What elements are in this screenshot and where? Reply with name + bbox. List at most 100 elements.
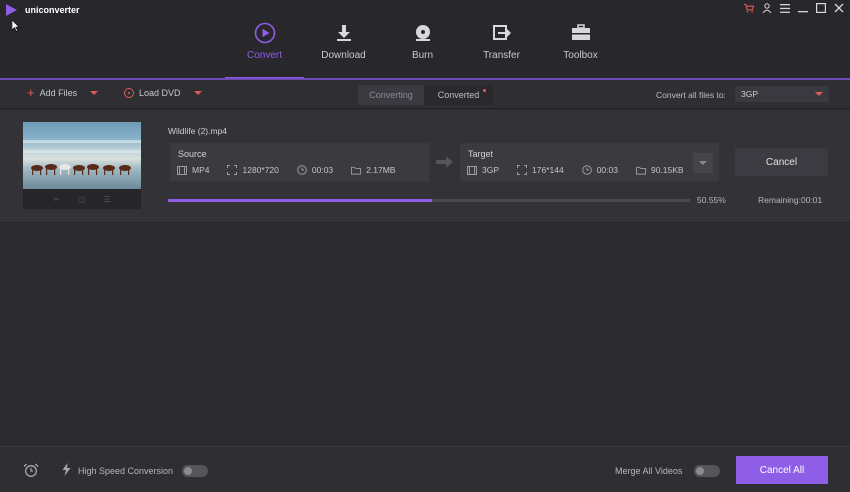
- wave-line: [23, 140, 141, 143]
- close-icon[interactable]: [834, 3, 844, 13]
- disc-icon: [412, 22, 434, 44]
- nav-convert[interactable]: Convert: [225, 0, 304, 79]
- convert-all-label: Convert all files to:: [656, 90, 726, 100]
- source-format-value: MP4: [192, 165, 210, 175]
- nav-toolbox-label: Toolbox: [563, 50, 598, 61]
- merge-all-videos-label: Merge All Videos: [615, 466, 683, 476]
- chevron-down-icon: [815, 92, 823, 96]
- file-row: ✂ ◫ ☰ Wildlife (2).mp4 Source MP4 1280*7…: [0, 110, 850, 223]
- dvd-icon: [124, 88, 134, 98]
- mouse-cursor-icon: [12, 20, 20, 32]
- folder-icon: [635, 166, 646, 175]
- transfer-icon: [491, 22, 513, 44]
- alarm-clock-icon[interactable]: [23, 463, 39, 477]
- lightning-icon: [62, 463, 71, 476]
- toolbar: + Add Files Load DVD Converting Converte…: [0, 80, 850, 109]
- cart-icon[interactable]: [744, 3, 754, 13]
- top-bar: uniconverter Convert Download Burn Trans…: [0, 0, 850, 79]
- film-icon: [177, 165, 187, 175]
- thumbnail-controls: ✂ ◫ ☰: [23, 189, 141, 204]
- progress-percent: 50.55%: [697, 195, 726, 205]
- window-controls: [744, 3, 844, 13]
- tab-converting[interactable]: Converting: [358, 85, 424, 105]
- resolution-icon: [517, 165, 528, 175]
- target-title: Target: [468, 149, 494, 159]
- nav-transfer[interactable]: Transfer: [462, 0, 541, 79]
- nav-burn[interactable]: Burn: [383, 0, 462, 79]
- source-duration-value: 00:03: [311, 165, 334, 175]
- file-name: Wildlife (2).mp4: [168, 126, 228, 136]
- minimize-icon[interactable]: [798, 3, 808, 13]
- app-logo-icon: [6, 4, 17, 16]
- nav-convert-label: Convert: [246, 50, 282, 61]
- nav-download-label: Download: [321, 50, 366, 61]
- chevron-down-icon[interactable]: [193, 91, 202, 95]
- plus-icon: +: [27, 85, 35, 100]
- source-duration: 00:03: [297, 165, 333, 175]
- wave-line: [23, 150, 141, 153]
- remaining-time: Remaining:00:01: [758, 195, 823, 205]
- target-format-value: 3GP: [482, 165, 500, 175]
- progress-fill: [168, 199, 432, 202]
- toolbox-icon: [570, 22, 592, 44]
- thumbnail-image: [23, 122, 141, 189]
- target-format-dropdown[interactable]: [693, 153, 713, 173]
- source-size: 2.17MB: [351, 165, 395, 175]
- source-resolution: 1280*720: [227, 165, 279, 175]
- video-thumbnail[interactable]: ✂ ◫ ☰: [23, 122, 141, 209]
- add-files-button[interactable]: + Add Files: [27, 85, 99, 100]
- target-format: 3GP: [467, 165, 499, 175]
- target-meta: 3GP 176*144 00:03 90.15KB: [467, 165, 702, 175]
- file-list-empty-area: [0, 224, 850, 446]
- chevron-down-icon: [699, 161, 707, 165]
- play-circle-icon: [254, 22, 276, 44]
- crop-icon[interactable]: ✂: [53, 195, 60, 204]
- target-duration: 00:03: [581, 165, 618, 175]
- source-title: Source: [178, 149, 207, 159]
- convert-all-format-value: 3GP: [741, 89, 759, 99]
- tab-converted-label: Converted: [437, 90, 480, 100]
- source-size-value: 2.17MB: [366, 165, 396, 175]
- nav-download[interactable]: Download: [304, 0, 383, 79]
- nav-burn-label: Burn: [411, 50, 434, 61]
- target-resolution: 176*144: [517, 165, 564, 175]
- convert-all-format-select[interactable]: 3GP: [735, 86, 829, 102]
- source-meta: MP4 1280*720 00:03 2.17MB: [177, 165, 413, 175]
- cancel-button[interactable]: Cancel: [735, 148, 828, 176]
- source-resolution-value: 1280*720: [242, 165, 279, 175]
- tab-converted[interactable]: Converted: [424, 85, 493, 105]
- maximize-icon[interactable]: [816, 3, 826, 13]
- notification-dot: [483, 89, 486, 92]
- add-files-label: Add Files: [39, 88, 78, 98]
- film-icon: [467, 165, 477, 175]
- menu-icon[interactable]: [780, 3, 790, 13]
- effects-icon[interactable]: ☰: [104, 195, 111, 204]
- trim-icon[interactable]: ◫: [78, 195, 86, 204]
- arrow-right-icon: [436, 156, 453, 168]
- merge-all-videos-toggle[interactable]: [694, 465, 720, 477]
- resolution-icon: [227, 165, 238, 175]
- load-dvd-label: Load DVD: [139, 88, 181, 98]
- nav-transfer-label: Transfer: [483, 50, 520, 61]
- nav-toolbox[interactable]: Toolbox: [541, 0, 620, 79]
- footer: High Speed Conversion Merge All Videos C…: [0, 446, 850, 492]
- source-panel: Source MP4 1280*720 00:03 2.17MB: [170, 143, 429, 181]
- load-dvd-button[interactable]: Load DVD: [124, 88, 202, 98]
- target-size: 90.15KB: [635, 165, 684, 175]
- chevron-down-icon[interactable]: [90, 91, 99, 95]
- user-icon[interactable]: [762, 3, 772, 13]
- cancel-all-button[interactable]: Cancel All: [736, 456, 828, 484]
- high-speed-conversion-toggle[interactable]: [182, 465, 208, 477]
- download-icon: [333, 22, 355, 44]
- folder-icon: [351, 166, 362, 175]
- target-duration-value: 00:03: [596, 165, 618, 175]
- high-speed-conversion-label: High Speed Conversion: [78, 466, 174, 476]
- clock-icon: [581, 165, 592, 175]
- app-name: uniconverter: [25, 5, 80, 15]
- target-panel[interactable]: Target 3GP 176*144 00:03 90.15KB: [460, 143, 719, 181]
- target-resolution-value: 176*144: [532, 165, 564, 175]
- brand: uniconverter: [6, 4, 80, 16]
- main-nav: Convert Download Burn Transfer Toolbox: [225, 0, 620, 79]
- source-format: MP4: [177, 165, 209, 175]
- target-size-value: 90.15KB: [650, 165, 684, 175]
